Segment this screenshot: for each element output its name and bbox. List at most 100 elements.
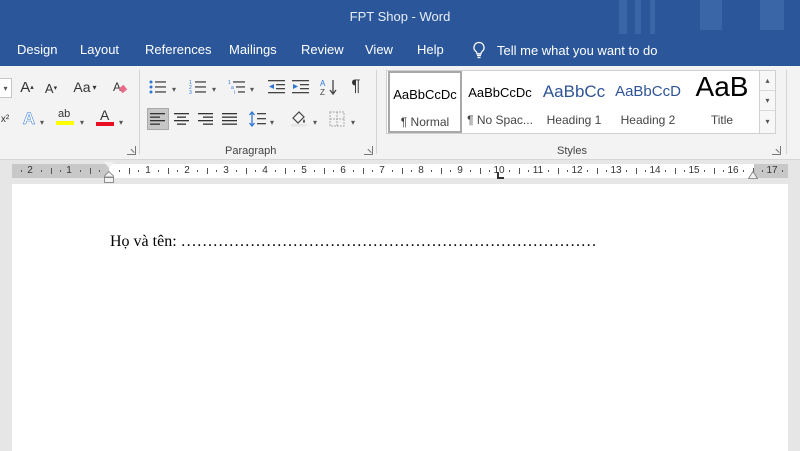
numbering-icon[interactable]: 123: [189, 78, 207, 96]
title-decoration: [650, 0, 655, 34]
sort-icon[interactable]: AZ: [320, 78, 338, 96]
ruler-number: 12: [571, 165, 583, 176]
chevron-down-icon[interactable]: ▾: [119, 118, 123, 127]
chevron-down-icon[interactable]: ▾: [40, 118, 44, 127]
font-color-button[interactable]: A: [96, 107, 114, 126]
styles-group-label: Styles: [557, 145, 587, 157]
ruler-number: 2: [184, 165, 190, 176]
ruler-tick: [664, 170, 666, 172]
scroll-up-icon[interactable]: ▴: [760, 71, 775, 91]
ruler-number: 8: [418, 165, 424, 176]
multilevel-list-icon[interactable]: 1ai: [228, 78, 246, 96]
align-left-icon[interactable]: [147, 108, 169, 130]
change-case-label: Aa: [73, 79, 91, 95]
tell-me-box[interactable]: Tell me what you want to do: [471, 40, 657, 60]
chevron-down-icon[interactable]: ▾: [172, 85, 176, 94]
ruler-number: 3: [223, 165, 229, 176]
paragraph-dialog-launcher-icon[interactable]: [364, 146, 373, 155]
title-bar: FPT Shop - Word: [0, 0, 800, 34]
tab-design[interactable]: Design: [17, 42, 57, 57]
ruler-tick: [313, 170, 315, 172]
tab-help[interactable]: Help: [417, 42, 444, 57]
shading-icon[interactable]: [290, 109, 308, 127]
left-tab-stop[interactable]: [497, 172, 504, 179]
line-spacing-icon[interactable]: [249, 110, 267, 128]
ruler-tick: [50, 168, 52, 174]
justify-icon[interactable]: [221, 110, 239, 128]
lightbulb-icon: [473, 41, 485, 59]
ruler-tick: [89, 168, 91, 174]
superscript-icon[interactable]: x²: [0, 110, 10, 128]
tab-references[interactable]: References: [145, 42, 211, 57]
tab-mailings[interactable]: Mailings: [229, 42, 277, 57]
increase-indent-icon[interactable]: [292, 78, 310, 96]
ruler-number: 13: [610, 165, 622, 176]
font-size-dropdown[interactable]: ▾: [0, 78, 12, 98]
right-indent-marker[interactable]: [748, 171, 758, 179]
text-effects-button[interactable]: A: [20, 109, 38, 129]
ruler-tick: [362, 168, 364, 174]
ruler-tick: [645, 170, 647, 172]
tab-review[interactable]: Review: [301, 42, 344, 57]
style-heading-2[interactable]: AaBbCcD Heading 2: [611, 71, 685, 133]
style-no-spacing[interactable]: AaBbCcDc ¶ No Spac...: [463, 71, 537, 133]
grow-font-button[interactable]: A ▴: [18, 78, 36, 96]
clear-formatting-icon[interactable]: A: [111, 78, 129, 96]
align-right-icon[interactable]: [197, 110, 215, 128]
chevron-down-icon[interactable]: ▾: [313, 118, 317, 127]
bullets-icon[interactable]: [149, 78, 167, 96]
document-line[interactable]: Họ và tên: ……………………………………………………………………: [110, 233, 597, 251]
window-title: FPT Shop - Word: [349, 9, 451, 24]
ruler-tick: [567, 170, 569, 172]
borders-icon[interactable]: [328, 110, 346, 128]
ruler-number: 14: [649, 165, 661, 176]
ruler-tick: [703, 170, 705, 172]
ruler-number: 1: [66, 165, 72, 176]
ruler-tick: [713, 168, 715, 174]
font-dialog-launcher-icon[interactable]: [127, 146, 136, 155]
first-line-indent-marker[interactable]: [104, 162, 114, 168]
show-formatting-button[interactable]: ¶: [347, 76, 365, 95]
chevron-down-icon[interactable]: ▾: [250, 85, 254, 94]
ruler-tick: [450, 170, 452, 172]
ruler-tick: [606, 170, 608, 172]
style-normal[interactable]: AaBbCcDc ¶ Normal: [388, 71, 462, 133]
style-heading-1[interactable]: AaBbCc Heading 1: [537, 71, 611, 133]
tab-view[interactable]: View: [365, 42, 393, 57]
style-title[interactable]: AaB Title: [685, 71, 759, 133]
ruler-tick: [401, 168, 403, 174]
ruler-tick: [118, 170, 120, 172]
chevron-down-icon[interactable]: ▾: [351, 118, 355, 127]
ruler-tick: [352, 170, 354, 172]
styles-dialog-launcher-icon[interactable]: [772, 146, 781, 155]
scroll-down-icon[interactable]: ▾: [760, 91, 775, 111]
ruler-tick: [245, 168, 247, 174]
highlight-button[interactable]: ab: [56, 108, 74, 126]
ruler-tick: [762, 170, 764, 172]
ruler-number: 1: [145, 165, 151, 176]
ruler-number: 9: [457, 165, 463, 176]
tab-layout[interactable]: Layout: [80, 42, 119, 57]
styles-scrollbar[interactable]: ▴ ▾ ▾: [759, 71, 775, 133]
ruler-tick: [557, 168, 559, 174]
style-name: Heading 2: [620, 113, 676, 127]
hanging-indent-marker[interactable]: [104, 171, 114, 183]
title-decoration: [635, 0, 641, 34]
decrease-indent-icon[interactable]: [268, 78, 286, 96]
more-styles-icon[interactable]: ▾: [760, 111, 775, 131]
change-case-button[interactable]: Aa ▾: [70, 78, 100, 96]
highlight-label: ab: [58, 108, 71, 120]
chevron-down-icon[interactable]: ▾: [270, 118, 274, 127]
svg-text:i: i: [234, 90, 235, 95]
ruler-tick: [684, 170, 686, 172]
chevron-down-icon[interactable]: ▾: [80, 118, 84, 127]
ruler-tick: [411, 170, 413, 172]
document-page[interactable]: [12, 184, 788, 451]
ruler-number: 16: [727, 165, 739, 176]
align-center-icon[interactable]: [173, 110, 191, 128]
shrink-font-button[interactable]: A ▾: [42, 79, 60, 97]
grow-font-label: A: [20, 78, 31, 96]
chevron-down-icon[interactable]: ▾: [212, 85, 216, 94]
horizontal-ruler[interactable]: 2 1 1 2 3 4 5 6 7 8 9 10 11 12 13 14 15 16 17: [12, 164, 788, 178]
ruler-tick: [723, 170, 725, 172]
